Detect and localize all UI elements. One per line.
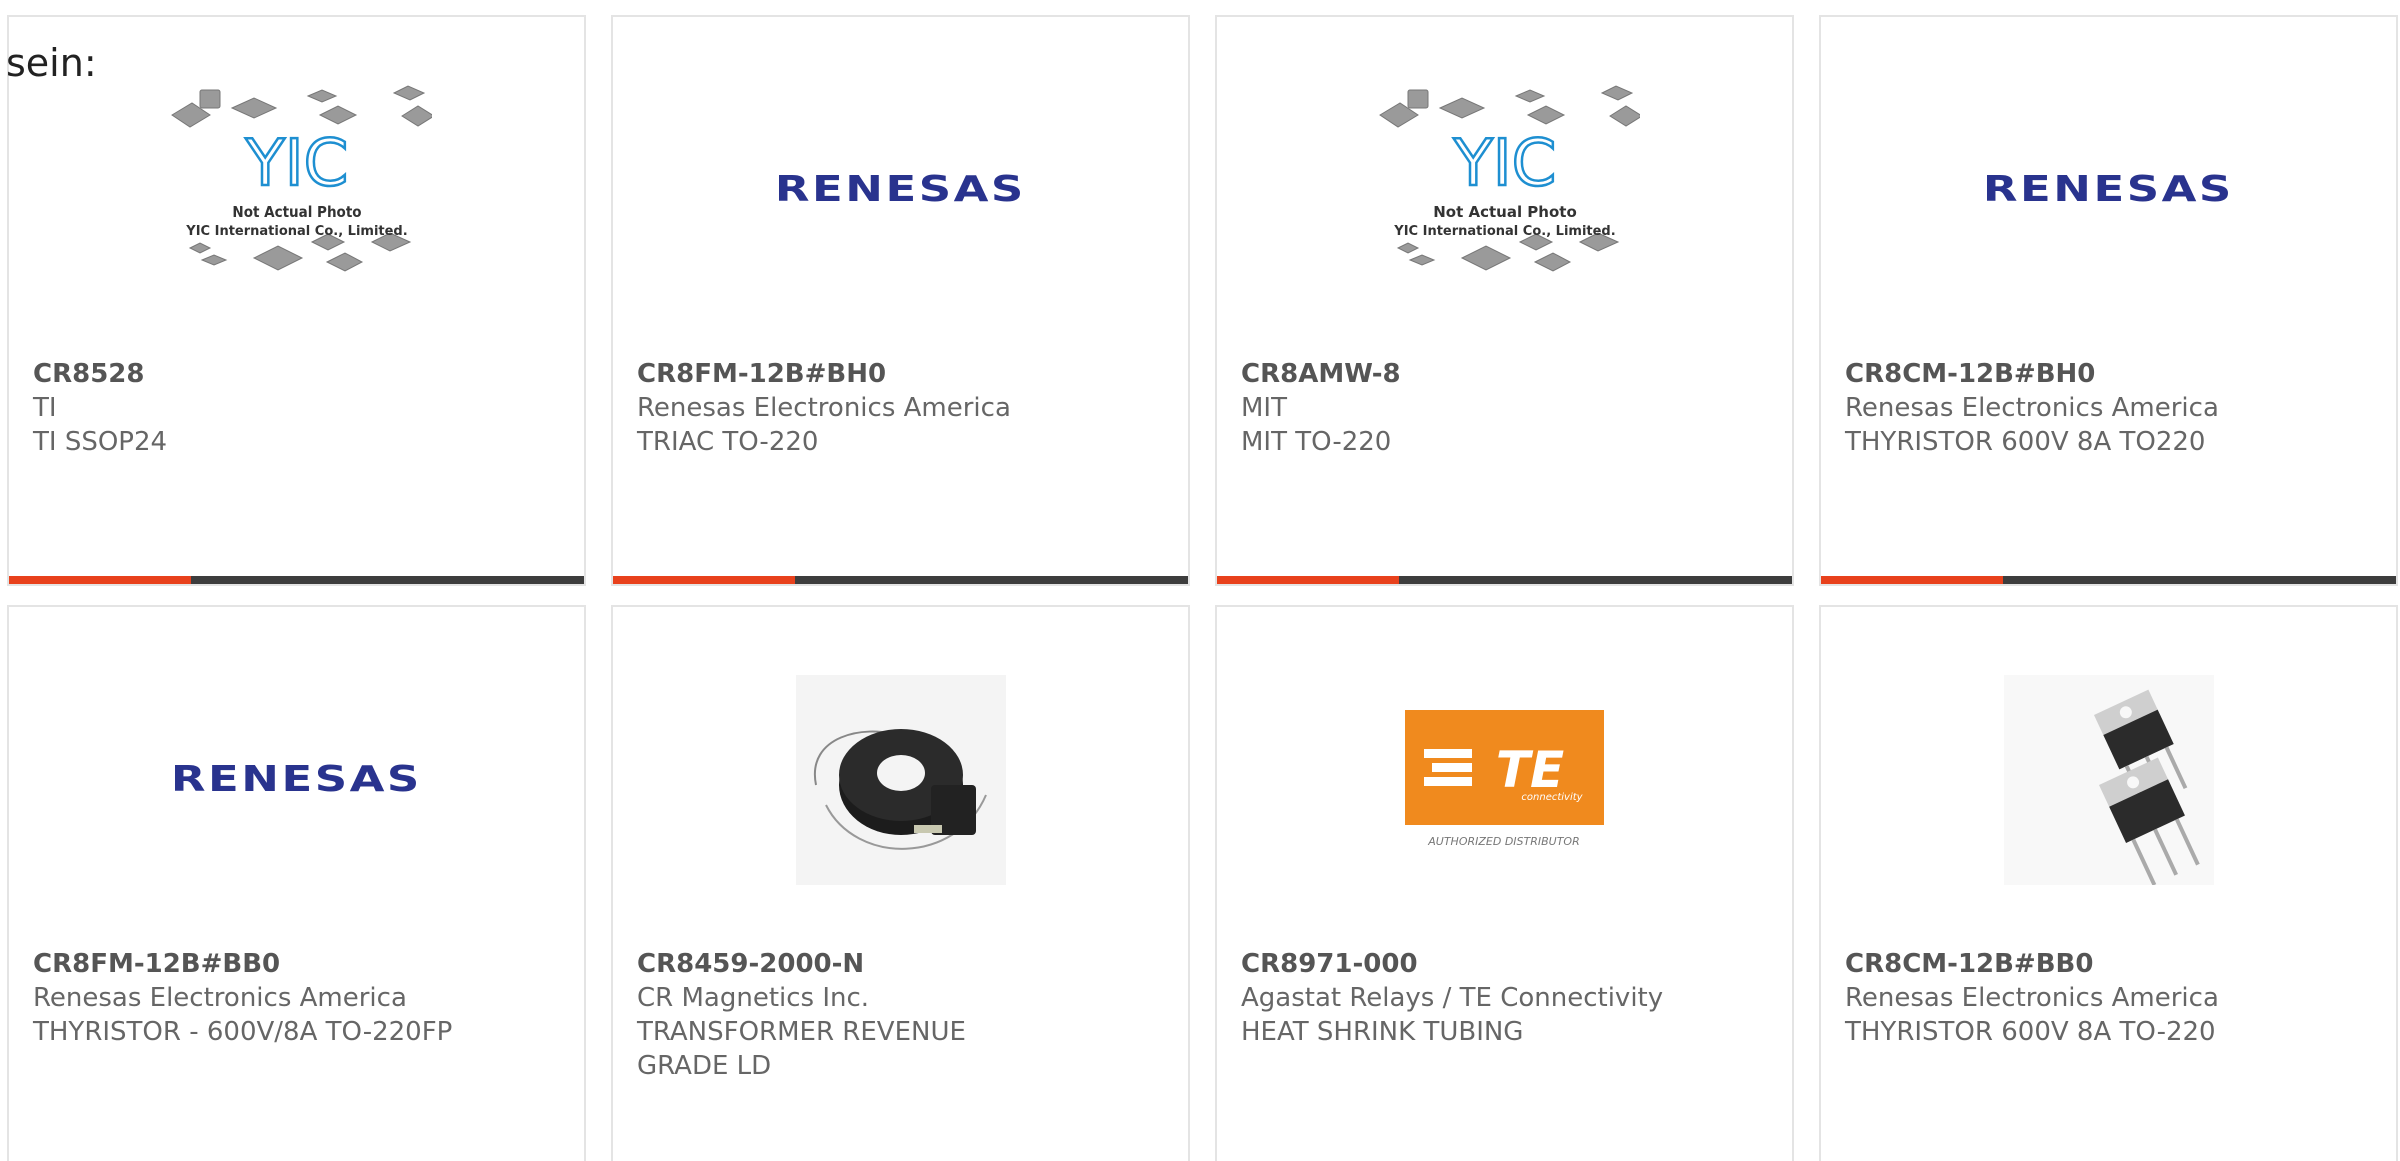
product-card[interactable]: YIC Not Actual Photo YIC International C… [7,15,586,586]
manufacturer: Renesas Electronics America [637,393,1011,423]
svg-text:YIC: YIC [1452,127,1556,201]
svg-text:YIC: YIC [244,127,348,201]
product-card[interactable]: TE connectivity AUTHORIZED DISTRIBUTOR C… [1215,605,1794,1161]
card-accent-bar [9,576,584,584]
renesas-logo: RENESAS [775,169,1026,210]
product-image[interactable] [613,607,1188,952]
product-card[interactable]: CR8459-2000-N CR Magnetics Inc. TRANSFOR… [611,605,1190,1161]
yic-placeholder-image: YIC Not Actual Photo YIC International C… [170,84,432,272]
card-accent-bar [1821,576,2396,584]
manufacturer: Agastat Relays / TE Connectivity [1241,983,1664,1013]
current-transformer-photo [795,674,1006,885]
product-image[interactable]: TE connectivity AUTHORIZED DISTRIBUTOR [1217,607,1792,952]
renesas-logo: RENESAS [1983,169,2234,210]
svg-text:AUTHORIZED DISTRIBUTOR: AUTHORIZED DISTRIBUTOR [1427,835,1580,848]
product-info: CR8971-000 Agastat Relays / TE Connectiv… [1241,947,1768,1049]
manufacturer: TI [33,393,57,423]
manufacturer: Renesas Electronics America [33,983,407,1013]
product-image[interactable]: YIC Not Actual Photo YIC International C… [1217,17,1792,362]
intro-text: sein: [6,41,97,85]
yic-placeholder-image: YIC Not Actual Photo YIC International C… [1378,84,1640,272]
product-grid-page: sein: YIC Not Actual Photo YIC Internati… [0,0,2400,1161]
te-connectivity-logo: TE connectivity AUTHORIZED DISTRIBUTOR [1405,709,1604,848]
svg-text:TE: TE [1496,741,1564,799]
part-number[interactable]: CR8971-000 [1241,947,1768,981]
manufacturer: MIT [1241,393,1287,423]
to220-transistor-photo [2003,674,2214,885]
part-number[interactable]: CR8CM-12B#BB0 [1845,947,2372,981]
product-info: CR8FM-12B#BB0 Renesas Electronics Americ… [33,947,560,1049]
product-description: HEAT SHRINK TUBING [1241,1017,1524,1047]
product-description: TRIAC TO-220 [637,427,819,457]
product-description: TRANSFORMER REVENUE GRADE LD [637,1017,966,1081]
part-number[interactable]: CR8528 [33,357,560,391]
renesas-logo: RENESAS [171,759,422,800]
svg-text:connectivity: connectivity [1521,792,1583,803]
product-card[interactable]: RENESAS CR8FM-12B#BH0 Renesas Electronic… [611,15,1190,586]
product-info: CR8CM-12B#BB0 Renesas Electronics Americ… [1845,947,2372,1049]
part-number[interactable]: CR8AMW-8 [1241,357,1768,391]
svg-text:YIC International Co., Limited: YIC International Co., Limited. [1393,224,1615,239]
product-card[interactable]: CR8CM-12B#BB0 Renesas Electronics Americ… [1819,605,2398,1161]
product-card[interactable]: RENESAS CR8CM-12B#BH0 Renesas Electronic… [1819,15,2398,586]
svg-text:YIC International Co., Limited: YIC International Co., Limited. [185,224,407,239]
part-number[interactable]: CR8FM-12B#BB0 [33,947,560,981]
product-description: THYRISTOR 600V 8A TO220 [1845,427,2206,457]
product-image[interactable]: RENESAS [613,17,1188,362]
product-description: THYRISTOR - 600V/8A TO-220FP [33,1017,453,1047]
svg-text:Not Actual Photo: Not Actual Photo [1433,203,1577,221]
product-image[interactable] [1821,607,2396,952]
product-description: MIT TO-220 [1241,427,1392,457]
manufacturer: Renesas Electronics America [1845,393,2219,423]
part-number[interactable]: CR8CM-12B#BH0 [1845,357,2372,391]
product-image[interactable]: RENESAS [1821,17,2396,362]
part-number[interactable]: CR8FM-12B#BH0 [637,357,1164,391]
manufacturer: CR Magnetics Inc. [637,983,870,1013]
card-accent-bar [1217,576,1792,584]
card-accent-bar [613,576,1188,584]
product-description: TI SSOP24 [33,427,168,457]
product-info: CR8AMW-8 MIT MIT TO-220 [1241,357,1768,459]
part-number[interactable]: CR8459-2000-N [637,947,1164,981]
manufacturer: Renesas Electronics America [1845,983,2219,1013]
product-info: CR8FM-12B#BH0 Renesas Electronics Americ… [637,357,1164,459]
product-card[interactable]: RENESAS CR8FM-12B#BB0 Renesas Electronic… [7,605,586,1161]
product-image[interactable]: RENESAS [9,607,584,952]
product-info: CR8459-2000-N CR Magnetics Inc. TRANSFOR… [637,947,1164,1083]
product-info: CR8CM-12B#BH0 Renesas Electronics Americ… [1845,357,2372,459]
product-card[interactable]: YIC Not Actual Photo YIC International C… [1215,15,1794,586]
product-info: CR8528 TI TI SSOP24 [33,357,560,459]
product-description: THYRISTOR 600V 8A TO-220 [1845,1017,2216,1047]
svg-text:Not Actual Photo: Not Actual Photo [232,203,361,221]
